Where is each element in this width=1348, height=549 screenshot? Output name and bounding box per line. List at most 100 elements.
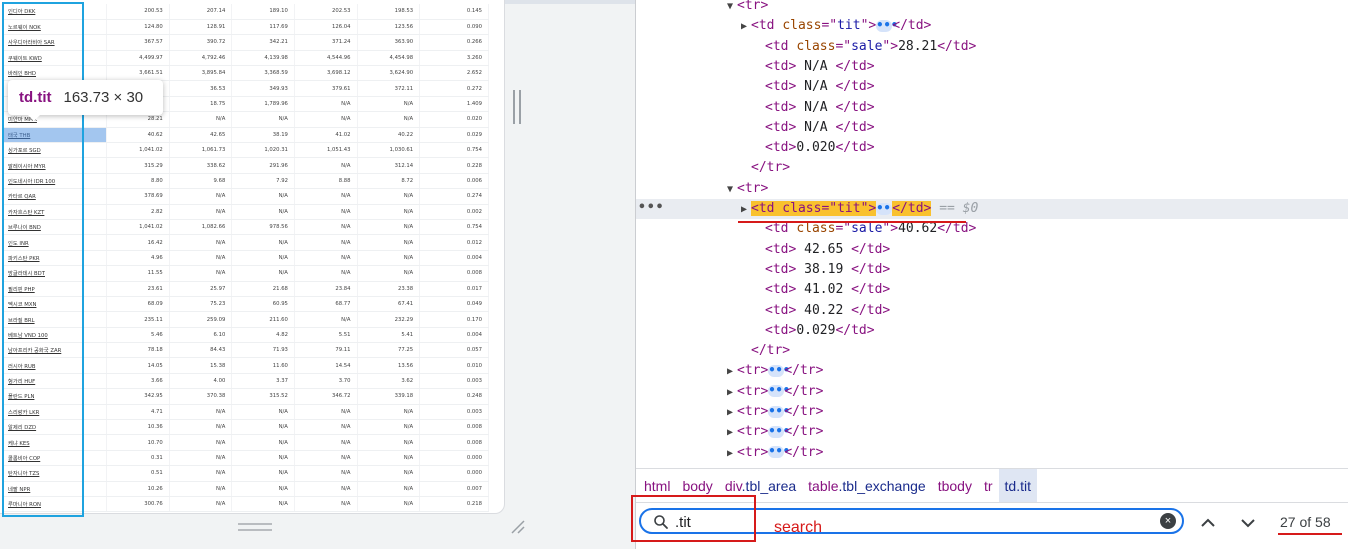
dom-token-tag: </tr> (751, 343, 791, 359)
table-row: 말레이시아 MYR 315.29 338.62 291.96 N/A 312.14 0.22… (4, 157, 489, 174)
rate-cell: N/A (357, 496, 421, 513)
currency-name-cell[interactable]: 브라질 BRL (4, 311, 108, 328)
rate-cell: 0.266 (419, 34, 489, 51)
dom-node[interactable]: <td> 40.22 </td> (636, 301, 1348, 321)
collapse-triangle-icon[interactable]: ▶ (723, 383, 737, 403)
currency-name-cell[interactable]: 인도네시아 IDR 100 (4, 173, 108, 190)
rate-cell: 68.09 (106, 296, 170, 313)
currency-name-cell[interactable]: 알제리 DZD (4, 419, 108, 436)
screen: 인디아 DKK 200.53 207.14 189.10 202.53 198.53 0.1… (0, 0, 1348, 549)
ellipsis-icon[interactable]: ••• (768, 405, 790, 418)
dom-node[interactable]: ▶ <tr>•••</tr> (636, 382, 1348, 402)
currency-name-cell[interactable]: 방글라데시 BDT (4, 265, 108, 282)
table-row: 인디아 DKK 200.53 207.14 189.10 202.53 198.53 0.1… (4, 4, 489, 20)
resize-corner-icon[interactable] (509, 518, 525, 534)
currency-name-cell[interactable]: 사우디아라비아 SAR (4, 34, 108, 51)
currency-name-cell[interactable]: 노르웨이 NOK (4, 19, 108, 36)
rate-cell: 0.274 (419, 188, 489, 205)
dom-node[interactable]: ▼ <tr> (636, 179, 1348, 199)
chevron-down-icon (1241, 519, 1255, 528)
breadcrumb-item[interactable]: tbody (932, 469, 978, 503)
collapse-triangle-icon[interactable]: ▶ (723, 403, 737, 423)
panel-splitter-handle[interactable] (513, 90, 521, 124)
currency-name-cell[interactable]: 베트남 VND 100 (4, 327, 108, 344)
currency-name-cell[interactable]: 멕시코 MXN (4, 296, 108, 313)
currency-name-cell[interactable]: 콜롬비아 COP (4, 450, 108, 467)
currency-name-cell[interactable]: 탄자니아 TZS (4, 465, 108, 482)
dom-node[interactable]: </tr> (636, 158, 1348, 178)
rate-cell: N/A (231, 204, 295, 220)
collapse-triangle-icon[interactable]: ▶ (723, 444, 737, 464)
table-row: 브루나이 BND 1,041.02 1,082.66 978.56 N/A N/A 0.75… (4, 219, 489, 236)
currency-name-cell[interactable]: 필리핀 PHP (4, 281, 108, 297)
dom-node[interactable]: ▶ <td class="tit">•••</td> (636, 16, 1348, 36)
dom-node[interactable]: <td> 42.65 </td> (636, 240, 1348, 260)
currency-name-cell[interactable]: 케냐 KES (4, 434, 108, 451)
currency-name-cell[interactable]: 루마니아 RON (4, 496, 108, 513)
dom-node[interactable]: <td> N/A </td> (636, 77, 1348, 97)
dom-node[interactable]: ▶ <tr>•••</tr> (636, 443, 1348, 463)
rate-cell: 202.53 (294, 4, 358, 20)
next-match-button[interactable] (1236, 511, 1260, 535)
dom-node[interactable]: <td>0.029</td> (636, 321, 1348, 341)
currency-name-cell[interactable]: 파키스탄 PKR (4, 250, 108, 267)
currency-name-cell[interactable]: 바레인 BHD (4, 65, 108, 82)
clear-icon[interactable]: × (1160, 513, 1176, 529)
dom-node[interactable]: ▶ <tr>•••</tr> (636, 422, 1348, 442)
currency-name-cell[interactable]: 말레이시아 MYR (4, 157, 108, 174)
dom-token-tag: <tr> (737, 404, 769, 419)
dom-node[interactable]: <td> 41.02 </td> (636, 280, 1348, 300)
collapse-triangle-icon[interactable]: ▶ (723, 362, 737, 382)
rate-cell: N/A (169, 434, 233, 451)
currency-name-cell[interactable]: 스리랑카 LKR (4, 404, 108, 421)
currency-name-cell[interactable]: 인디아 DKK (4, 4, 108, 20)
breadcrumb-item[interactable]: table.tbl_exchange (802, 469, 932, 503)
currency-name-cell[interactable]: 카타르 QAR (4, 188, 108, 205)
currency-name-cell[interactable]: 브루나이 BND (4, 219, 108, 236)
expand-triangle-icon[interactable]: ▼ (723, 0, 737, 17)
ellipsis-icon[interactable]: ••• (876, 202, 898, 215)
ellipsis-icon[interactable]: ••• (768, 425, 790, 438)
page-viewport[interactable]: 인디아 DKK 200.53 207.14 189.10 202.53 198.53 0.1… (0, 0, 505, 514)
currency-name-cell[interactable]: 헝가리 HUF (4, 373, 108, 390)
currency-name-cell[interactable]: 쿠웨이트 KWD (4, 50, 108, 67)
currency-name-cell[interactable]: 러시아 RUB (4, 357, 108, 374)
collapse-triangle-icon[interactable]: ▶ (737, 200, 751, 220)
currency-name-cell[interactable]: 네팔 NPR (4, 481, 108, 498)
more-actions-icon[interactable]: ••• (638, 200, 664, 215)
ellipsis-icon[interactable]: ••• (768, 384, 790, 398)
dom-node[interactable]: <td> N/A </td> (636, 98, 1348, 118)
dom-node-selected[interactable]: ▶ <td class="tit">•••</td> == $0 (636, 199, 1348, 220)
currency-name-cell[interactable]: 인도 INR (4, 234, 108, 251)
breadcrumb-class: .tbl_exchange (838, 477, 926, 494)
dom-node[interactable]: <td> N/A </td> (636, 118, 1348, 138)
collapse-triangle-icon[interactable]: ▶ (737, 17, 751, 37)
previous-match-button[interactable] (1196, 511, 1220, 535)
currency-name-cell[interactable]: 카자흐스탄 KZT (4, 204, 108, 220)
dom-node[interactable]: <td class="sale">28.21</td> (636, 37, 1348, 57)
currency-name-cell[interactable]: 남아프리카 공화국 ZAR (4, 342, 108, 359)
breadcrumb-item[interactable]: tr (978, 469, 999, 503)
currency-name-cell[interactable]: 태국 THB (4, 127, 108, 144)
currency-name-cell[interactable]: 폴란드 PLN (4, 388, 108, 405)
dom-node[interactable]: ▶ <tr>•••</tr> (636, 361, 1348, 381)
expand-triangle-icon[interactable]: ▼ (723, 180, 737, 200)
rate-cell: N/A (169, 496, 233, 513)
dom-node[interactable]: </tr> (636, 341, 1348, 361)
dom-node[interactable]: <td> 38.19 </td> (636, 260, 1348, 280)
rate-cell: 1,789.96 (231, 96, 295, 113)
collapse-triangle-icon[interactable]: ▶ (723, 423, 737, 443)
ellipsis-icon[interactable]: ••• (876, 19, 898, 32)
dom-node[interactable]: ▶ <tr>•••</tr> (636, 402, 1348, 422)
dom-node[interactable]: ▼ <tr> (636, 0, 1348, 16)
currency-name-cell[interactable]: 싱가포르 SGD (4, 142, 108, 159)
dom-tree[interactable]: ▶ <tr>•••</tr> ▶ <tr>•••</tr> ▶ <tr>•••</tr> ▶… (636, 0, 1348, 468)
dom-token-tag: </td> (835, 58, 875, 74)
viewport-resize-grip[interactable] (238, 523, 272, 531)
breadcrumb-item[interactable]: td.tit (998, 468, 1037, 503)
dom-node[interactable]: <td> N/A </td> (636, 57, 1348, 77)
dom-node[interactable]: <td>0.020</td> (636, 138, 1348, 158)
dom-token-hl: <td class="tit"> (751, 201, 877, 216)
ellipsis-icon[interactable]: ••• (768, 364, 790, 377)
ellipsis-icon[interactable]: ••• (768, 445, 790, 459)
